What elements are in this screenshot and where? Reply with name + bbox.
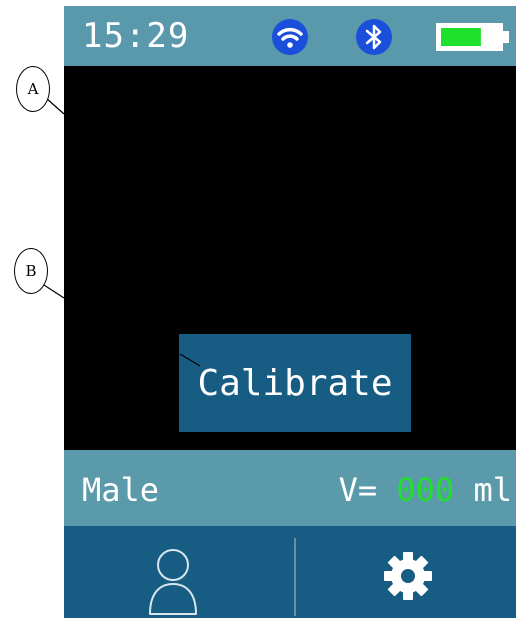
user-icon[interactable]	[146, 538, 200, 616]
gear-icon[interactable]	[382, 550, 434, 602]
volume-readout: V= 000 ml	[339, 470, 512, 510]
battery-icon	[436, 23, 509, 51]
callout-b-label: B	[25, 262, 37, 280]
calibrate-button[interactable]: Calibrate	[179, 334, 411, 432]
nav-bar	[64, 526, 516, 618]
callout-a-label: A	[27, 80, 39, 98]
sex-label: Male	[82, 471, 160, 509]
volume-prefix: V=	[338, 471, 378, 509]
callout-b: B	[14, 248, 48, 294]
volume-value: 000	[396, 471, 455, 509]
status-bar: 15:29	[64, 6, 516, 66]
info-bar: Male V= 000 ml	[64, 450, 516, 526]
wifi-icon	[272, 19, 308, 55]
callout-a: A	[16, 66, 50, 112]
nav-divider	[294, 538, 296, 616]
volume-unit: ml	[473, 471, 512, 509]
bluetooth-icon	[356, 19, 392, 55]
clock: 15:29	[82, 16, 190, 56]
device-screen: 15:29 Calibrate Male V= 000 ml	[64, 6, 516, 618]
